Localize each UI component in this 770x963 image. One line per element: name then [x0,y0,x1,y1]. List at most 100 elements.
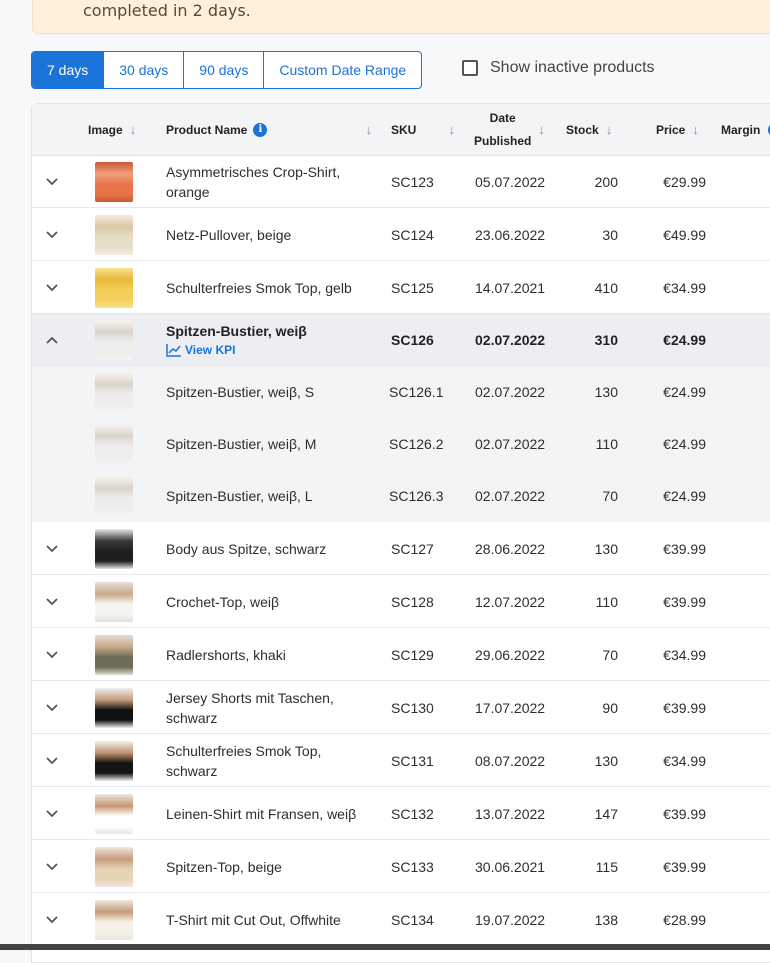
product-name[interactable]: Spitzen-Bustier, weiβ [166,321,366,341]
stock-cell: 115 [595,858,618,875]
product-name-line: Schulterfreies Smok Top, [166,742,322,759]
table-row[interactable]: Body aus Spitze, schwarz SC127 28.06.2022 1… [32,522,770,575]
column-header-product-name[interactable]: Product Name i ↓ [166,104,372,155]
chevron-down-icon[interactable] [44,700,60,716]
product-thumbnail[interactable] [95,581,133,622]
column-label: SKU [391,122,417,137]
chevron-down-icon[interactable] [44,859,60,875]
sku-cell: SC126.2 [389,436,444,452]
table-row[interactable]: Radlershorts, khaki SC129 29.06.2022 70 €34.… [32,628,770,681]
view-kpi-label: View KPI [185,343,236,357]
table-row[interactable]: Spitzen-Top, beige SC133 30.06.2021 115 €39.… [32,840,770,893]
product-name[interactable]: Spitzen-Top, beige [166,857,366,877]
product-thumbnail[interactable] [95,528,133,569]
column-header-stock[interactable]: Stock ↓ [566,104,612,155]
info-icon[interactable]: i [253,122,268,137]
product-name[interactable]: Netz-Pullover, beige [166,225,366,245]
product-name[interactable]: Leinen-Shirt mit Fransen, weiβ [166,804,366,824]
product-thumbnail[interactable] [95,214,133,255]
product-name[interactable]: Body aus Spitze, schwarz [166,539,366,559]
product-thumbnail[interactable] [95,899,133,940]
stock-cell: 110 [595,436,618,452]
table-row[interactable]: Jersey Shorts mit Taschen, schwarz SC130 1… [32,681,770,734]
chevron-down-icon[interactable] [44,912,60,928]
variant-row[interactable]: Spitzen-Bustier, weiβ, M SC126.2 02.07.202… [32,418,770,470]
stock-cell: 90 [602,699,618,716]
product-thumbnail[interactable] [95,634,133,675]
product-name-line: Jersey Shorts mit Taschen, [166,689,334,706]
price-cell: €39.99 [663,805,706,822]
view-kpi-link[interactable]: View KPI [166,343,235,357]
sort-arrow-icon[interactable]: ↓ [449,122,456,137]
product-thumbnail[interactable] [95,687,133,728]
horizontal-scrollbar[interactable] [0,944,770,950]
show-inactive-toggle[interactable]: Show inactive products [462,59,655,77]
date-published-cell: 12.07.2022 [475,593,546,610]
price-cell: €39.99 [663,593,706,610]
custom-date-range-button[interactable]: Custom Date Range [264,52,421,88]
range-7-days-button[interactable]: 7 days [32,52,105,88]
chevron-down-icon[interactable] [44,753,60,769]
table-row[interactable]: Schulterfreies Smok Top, schwarz SC131 08.… [32,734,770,787]
price-cell: €29.99 [663,173,706,190]
stock-cell: 410 [594,279,618,296]
date-published-cell: 17.07.2022 [475,699,546,716]
product-thumbnail[interactable] [95,161,133,202]
table-row[interactable]: T-Shirt mit Cut Out, Offwhite SC134 19.07.… [32,893,770,946]
product-name[interactable]: Asymmetrisches Crop-Shirt, orange [166,162,366,202]
product-thumbnail[interactable] [95,372,133,412]
chevron-down-icon[interactable] [44,174,60,190]
product-thumbnail[interactable] [95,320,133,360]
variant-row[interactable]: Spitzen-Bustier, weiβ, S SC126.1 02.07.202… [32,366,770,418]
date-published-cell: 19.07.2022 [475,911,546,928]
chevron-up-icon[interactable] [44,332,60,348]
product-name[interactable]: T-Shirt mit Cut Out, Offwhite [166,910,366,930]
chevron-down-icon[interactable] [44,594,60,610]
product-thumbnail[interactable] [95,424,133,464]
column-header-date-published[interactable]: Date Published ↓ [474,104,545,155]
column-header-margin[interactable]: Margin i [721,104,770,155]
table-row[interactable]: Leinen-Shirt mit Fransen, weiβ SC132 13.07… [32,787,770,840]
chevron-down-icon[interactable] [44,647,60,663]
product-name[interactable]: Schulterfreies Smok Top, gelb [166,278,366,298]
sort-arrow-icon[interactable]: ↓ [130,122,137,137]
table-row[interactable]: Crochet-Top, weiβ SC128 12.07.2022 110 €39.9… [32,575,770,628]
product-thumbnail[interactable] [95,267,133,308]
product-name[interactable]: Crochet-Top, weiβ [166,592,366,612]
chevron-down-icon[interactable] [44,806,60,822]
product-name[interactable]: Spitzen-Bustier, weiβ, L [166,486,366,506]
sort-arrow-icon[interactable]: ↓ [606,122,613,137]
variant-row[interactable]: Spitzen-Bustier, weiβ, L SC126.3 02.07.202… [32,470,770,522]
table-row[interactable]: Schulterfreies Smok Top, gelb SC125 14.07.… [32,261,770,314]
sort-arrow-icon[interactable]: ↓ [538,122,545,137]
column-label: Date Published [474,107,531,153]
product-name-line: schwarz [166,762,218,779]
sort-arrow-icon[interactable]: ↓ [692,122,699,137]
table-row[interactable]: Spitzen-Bustier, weiβ View KPI SC126 02.07… [32,314,770,366]
column-header-price[interactable]: Price ↓ [656,104,699,155]
product-thumbnail[interactable] [95,476,133,516]
chevron-down-icon[interactable] [44,227,60,243]
product-name[interactable]: Jersey Shorts mit Taschen, schwarz [166,688,366,728]
checkbox-icon[interactable] [462,60,478,76]
chevron-down-icon[interactable] [44,280,60,296]
table-row[interactable]: Netz-Pullover, beige SC124 23.06.2022 30 €49… [32,208,770,261]
product-name[interactable]: Schulterfreies Smok Top, schwarz [166,741,366,781]
sort-arrow-icon[interactable]: ↓ [366,122,373,137]
product-thumbnail[interactable] [95,793,133,834]
price-cell: €34.99 [663,646,706,663]
product-name[interactable]: Spitzen-Bustier, weiβ, M [166,434,366,454]
range-30-days-button[interactable]: 30 days [104,52,185,88]
table-row[interactable]: Asymmetrisches Crop-Shirt, orange SC123 05… [32,155,770,208]
product-thumbnail[interactable] [95,846,133,887]
product-name[interactable]: Radlershorts, khaki [166,645,366,665]
column-header-image[interactable]: Image ↓ [88,104,136,155]
product-thumbnail[interactable] [95,740,133,781]
range-90-days-button[interactable]: 90 days [184,52,265,88]
chevron-down-icon[interactable] [44,541,60,557]
stock-cell: 130 [594,752,618,769]
column-header-sku[interactable]: SKU ↓ [391,104,455,155]
product-name[interactable]: Spitzen-Bustier, weiβ, S [166,382,366,402]
date-published-cell: 30.06.2021 [475,858,546,875]
products-table: Image ↓ Product Name i ↓ SKU ↓ Date Publ… [31,103,770,963]
